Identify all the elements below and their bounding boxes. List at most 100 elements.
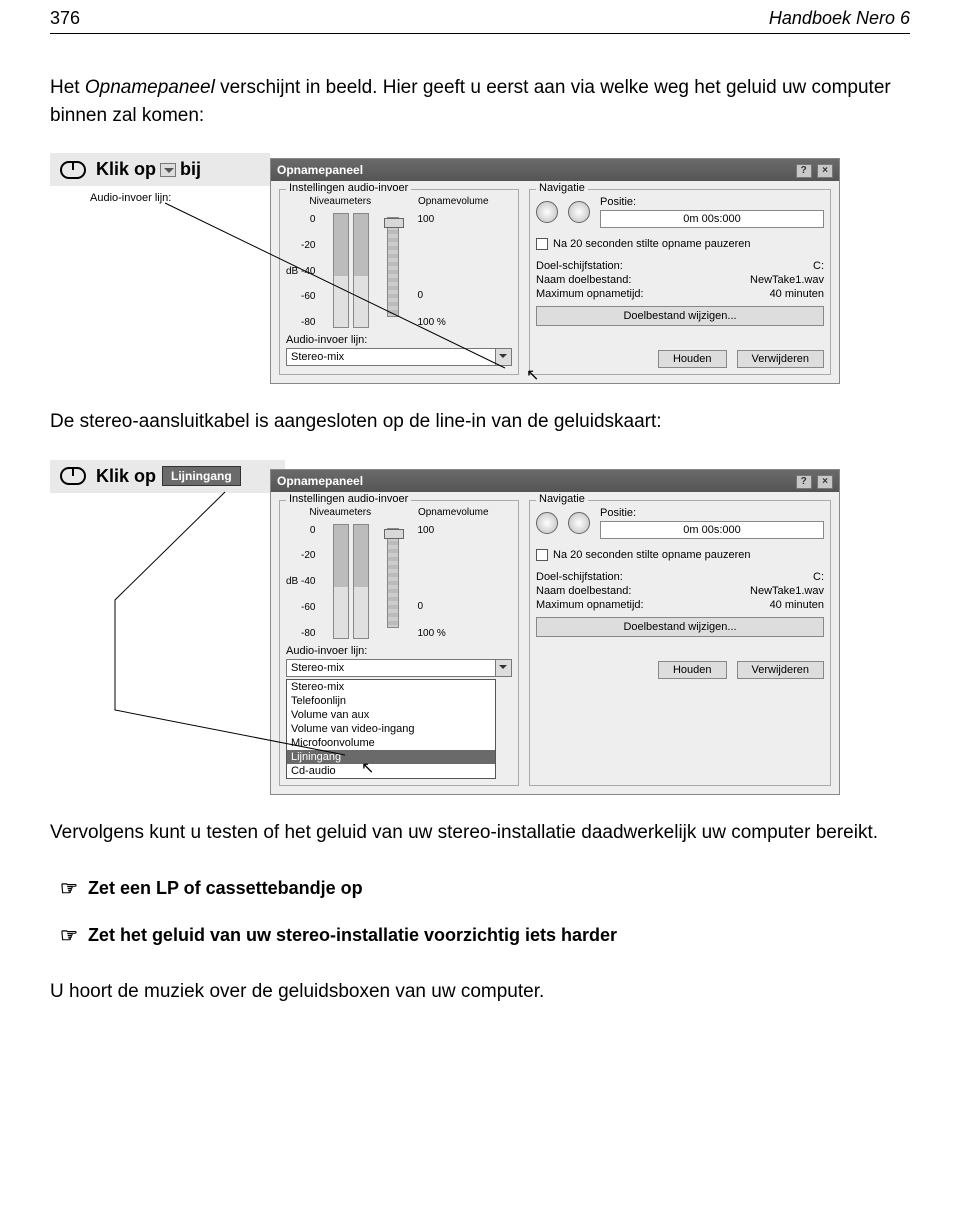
close-button[interactable]: × <box>817 164 833 178</box>
instruction-raise-volume: ☞ Zet het geluid van uw stereo-installat… <box>50 917 910 954</box>
record-button[interactable] <box>536 201 558 223</box>
kv-filename: Naam doelbestand:NewTake1.wav <box>536 585 824 597</box>
close-button[interactable]: × <box>817 475 833 489</box>
window-body: Instellingen audio-invoer Niveaumeters O… <box>271 181 839 383</box>
hold-button[interactable]: Houden <box>658 661 727 679</box>
option-volume-video[interactable]: Volume van video-ingang <box>287 722 495 736</box>
dropdown-value: Stereo-mix <box>286 659 496 677</box>
kv-filename: Naam doelbestand:NewTake1.wav <box>536 274 824 286</box>
hand-point-icon: ☞ <box>60 923 78 948</box>
kv-maxtime: Maximum opnametijd:40 minuten <box>536 599 824 611</box>
navigation-group: Navigatie Positie: 0m 00s:000 Na 20 seco… <box>529 500 831 786</box>
volume-slider-col <box>387 524 399 628</box>
para-stereo-cable: De stereo-aansluitkabel is aangesloten o… <box>50 408 910 436</box>
meter-right <box>353 213 369 328</box>
option-volume-aux[interactable]: Volume van aux <box>287 708 495 722</box>
audio-input-group: Instellingen audio-invoer Niveaumeters O… <box>279 500 519 786</box>
book-title: Handboek Nero 6 <box>769 8 910 29</box>
volume-slider-col <box>387 213 399 317</box>
volume-slider[interactable] <box>387 528 399 628</box>
pause-silence-label: Na 20 seconden stilte opname pauzeren <box>553 238 751 250</box>
audio-group-title: Instellingen audio-invoer <box>286 182 411 194</box>
level-meters <box>333 524 369 639</box>
stop-button[interactable] <box>568 201 590 223</box>
remove-button[interactable]: Verwijderen <box>737 661 824 679</box>
position-value: 0m 00s:000 <box>600 210 824 228</box>
instruction-text: Klik op <box>96 466 156 487</box>
audio-input-dropdown[interactable]: Stereo-mix <box>286 659 512 677</box>
remove-button[interactable]: Verwijderen <box>737 350 824 368</box>
dropdown-button[interactable] <box>496 659 512 677</box>
kv-drive: Doel-schijfstation:C: <box>536 571 824 583</box>
position-label: Positie: <box>600 196 824 208</box>
instruction-play-lp: ☞ Zet een LP of cassettebandje op <box>50 870 910 907</box>
opnamevolume-label: Opnamevolume <box>418 507 489 518</box>
meter-right <box>353 524 369 639</box>
niveaumeters-label: Niveaumeters <box>309 196 371 207</box>
dropdown-chevron-icon <box>160 163 176 177</box>
cursor-icon: ↖ <box>361 758 374 778</box>
slider-thumb[interactable] <box>384 218 404 228</box>
position-label: Positie: <box>600 507 824 519</box>
help-button[interactable]: ? <box>796 164 812 178</box>
audio-input-options[interactable]: Stereo-mix Telefoonlijn Volume van aux V… <box>286 679 496 779</box>
position-value: 0m 00s:000 <box>600 521 824 539</box>
window-titlebar: Opnamepaneel ? × <box>271 470 839 492</box>
slider-thumb[interactable] <box>384 529 404 539</box>
para-test-sound: Vervolgens kunt u testen of het geluid v… <box>50 819 910 847</box>
navigation-group: Navigatie Positie: 0m 00s:000 Na 20 seco… <box>529 189 831 375</box>
meter-left <box>333 213 349 328</box>
niveaumeters-label: Niveaumeters <box>309 507 371 518</box>
kv-maxtime: Maximum opnametijd:40 minuten <box>536 288 824 300</box>
option-stereo-mix[interactable]: Stereo-mix <box>287 680 495 694</box>
meter-left <box>333 524 349 639</box>
nav-group-title: Navigatie <box>536 182 588 194</box>
opnamepaneel-window-2: Opnamepaneel ? × Instellingen audio-invo… <box>270 469 840 795</box>
option-lijningang[interactable]: Lijningang <box>287 750 495 764</box>
audio-input-label: Audio-invoer lijn: <box>286 645 512 657</box>
pause-silence-checkbox[interactable] <box>536 238 548 250</box>
change-target-button[interactable]: Doelbestand wijzigen... <box>536 306 824 326</box>
window-title: Opnamepaneel <box>277 474 363 488</box>
instruction-text: Zet het geluid van uw stereo-installatie… <box>88 925 617 946</box>
intro-paragraph: Het Opnamepaneel verschijnt in beeld. Hi… <box>50 74 910 129</box>
db-scale: 0 -20 dB -40 -60 -80 <box>286 213 315 328</box>
audio-input-dropdown[interactable]: Stereo-mix <box>286 348 512 366</box>
window-body: Instellingen audio-invoer Niveaumeters O… <box>271 492 839 794</box>
stop-button[interactable] <box>568 512 590 534</box>
instruction-suffix: bij <box>180 159 201 180</box>
instruction-text: Zet een LP of cassettebandje op <box>88 878 363 899</box>
dropdown-button[interactable] <box>496 348 512 366</box>
hold-button[interactable]: Houden <box>658 350 727 368</box>
page-header: 376 Handboek Nero 6 <box>50 0 910 34</box>
mouse-icon <box>60 161 86 179</box>
db-scale: 0 -20 dB -40 -60 -80 <box>286 524 315 639</box>
nav-group-title: Navigatie <box>536 493 588 505</box>
vol-scale: 100 0 100 % <box>417 213 445 328</box>
option-cd-audio[interactable]: Cd-audio <box>287 764 495 778</box>
help-button[interactable]: ? <box>796 475 812 489</box>
vol-scale: 100 0 100 % <box>417 524 445 639</box>
instruction-click-lijningang: Klik op Lijningang <box>50 460 285 493</box>
audio-input-label: Audio-invoer lijn: <box>286 334 512 346</box>
change-target-button[interactable]: Doelbestand wijzigen... <box>536 617 824 637</box>
opnamevolume-label: Opnamevolume <box>418 196 489 207</box>
volume-slider[interactable] <box>387 217 399 317</box>
instruction-click-dropdown: Klik op bij <box>50 153 270 186</box>
option-telefoonlijn[interactable]: Telefoonlijn <box>287 694 495 708</box>
page-number: 376 <box>50 8 80 29</box>
audio-input-group: Instellingen audio-invoer Niveaumeters O… <box>279 189 519 375</box>
kv-drive: Doel-schijfstation:C: <box>536 260 824 272</box>
level-meters <box>333 213 369 328</box>
record-button[interactable] <box>536 512 558 534</box>
pause-silence-label: Na 20 seconden stilte opname pauzeren <box>553 549 751 561</box>
option-microfoon[interactable]: Microfoonvolume <box>287 736 495 750</box>
pause-silence-checkbox[interactable] <box>536 549 548 561</box>
para-hear-music: U hoort de muziek over de geluidsboxen v… <box>50 978 910 1006</box>
cursor-icon: ↖ <box>526 365 539 385</box>
window-titlebar: Opnamepaneel ? × <box>271 159 839 181</box>
instruction-text: Klik op <box>96 159 156 180</box>
mouse-icon <box>60 467 86 485</box>
hand-point-icon: ☞ <box>60 876 78 901</box>
audio-group-title: Instellingen audio-invoer <box>286 493 411 505</box>
